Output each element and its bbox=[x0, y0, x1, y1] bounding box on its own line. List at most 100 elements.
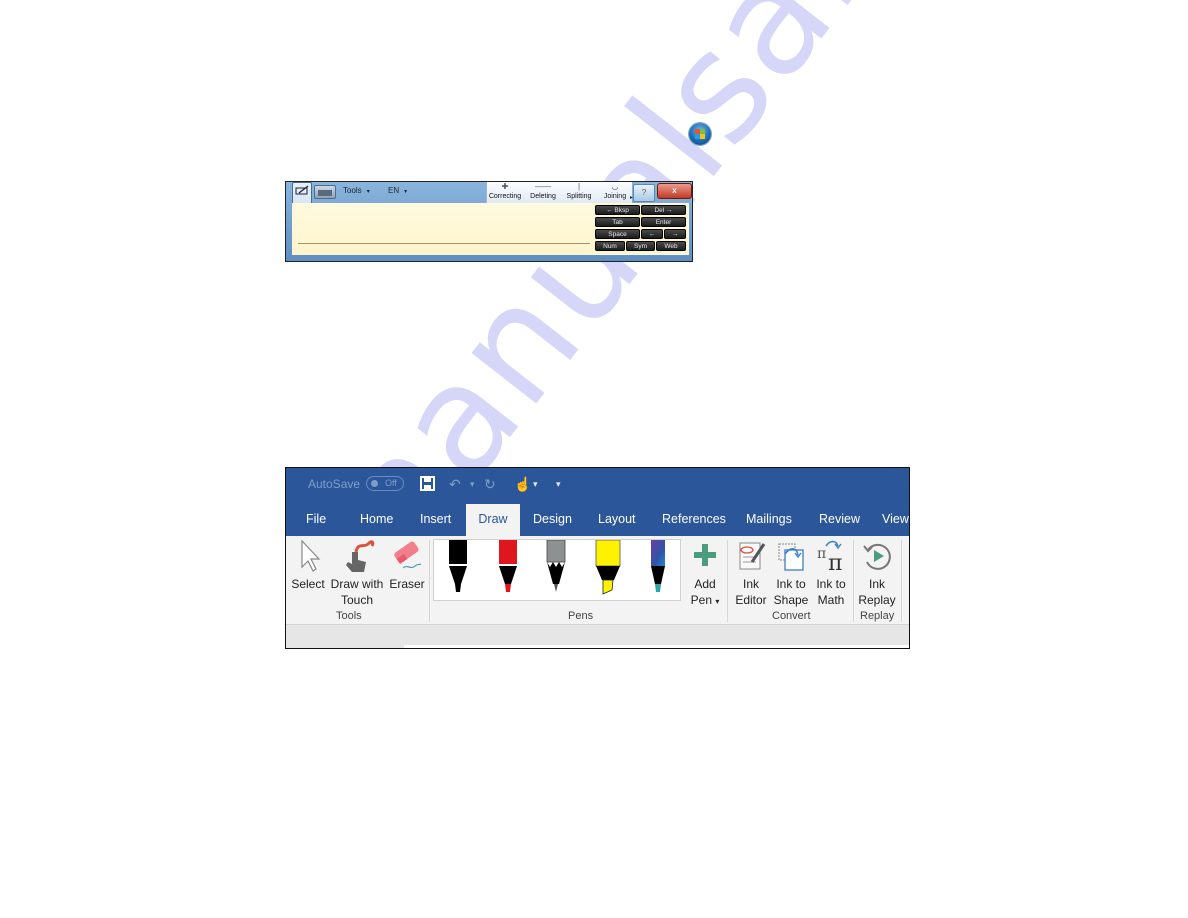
help-button[interactable]: ? bbox=[633, 184, 655, 202]
pen-galaxy[interactable] bbox=[646, 540, 670, 598]
pens-gallery bbox=[433, 539, 681, 601]
chevron-down-icon: ▾ bbox=[404, 189, 408, 195]
plus-icon bbox=[686, 538, 724, 576]
yellow-highlighter-icon bbox=[595, 539, 621, 595]
tab-home[interactable]: Home bbox=[360, 504, 393, 536]
eraser-button[interactable]: Eraser bbox=[387, 538, 427, 592]
ink-to-shape-icon bbox=[771, 538, 811, 576]
draw-with-touch-label-1: Draw with bbox=[330, 577, 384, 591]
sym-key[interactable]: Sym bbox=[626, 241, 655, 251]
tab-draw[interactable]: Draw bbox=[466, 504, 520, 536]
ink-to-math-label-2: Math bbox=[817, 593, 845, 607]
tip-toolbar: Tools ▾ EN ▾ ✚ Correcting —— Deleting | Sp… bbox=[286, 182, 692, 242]
touch-mode-dropdown-icon[interactable]: ▾ bbox=[533, 476, 538, 492]
convert-group-label: Convert bbox=[772, 610, 811, 622]
tab-layout[interactable]: Layout bbox=[598, 504, 636, 536]
gesture-deleting[interactable]: —— Deleting bbox=[525, 182, 561, 203]
group-separator bbox=[429, 540, 430, 622]
select-button[interactable]: Select bbox=[290, 538, 326, 592]
gesture-label: Joining bbox=[603, 193, 627, 200]
pens-group-label: Pens bbox=[568, 610, 594, 622]
autosave-label: AutoSave bbox=[308, 477, 361, 491]
ink-to-math-button[interactable]: ππ Ink to Math bbox=[812, 538, 850, 608]
enter-key[interactable]: Enter bbox=[641, 217, 686, 227]
windows-start-orb-icon bbox=[689, 123, 711, 145]
right-arrow-key[interactable]: → bbox=[664, 229, 686, 239]
keyboard-icon bbox=[318, 190, 332, 196]
tab-key[interactable]: Tab bbox=[595, 217, 640, 227]
touch-mode-icon[interactable]: ☝ bbox=[514, 476, 531, 492]
ink-to-math-label-1: Ink to bbox=[816, 577, 846, 591]
delete-key[interactable]: Del → bbox=[641, 205, 686, 215]
pen-black[interactable] bbox=[446, 540, 470, 598]
group-separator bbox=[901, 540, 902, 622]
undo-dropdown-icon[interactable]: ▾ bbox=[470, 476, 475, 492]
tab-mailings[interactable]: Mailings bbox=[746, 504, 792, 536]
tab-insert[interactable]: Insert bbox=[420, 504, 451, 536]
draw-ribbon: Select Draw with Touch Eraser Tools Add … bbox=[286, 536, 909, 624]
black-pen-icon bbox=[449, 540, 467, 592]
ink-replay-icon bbox=[857, 538, 897, 576]
writing-pad[interactable] bbox=[292, 203, 594, 255]
space-key[interactable]: Space bbox=[595, 229, 640, 239]
eraser-icon bbox=[387, 538, 427, 576]
pen-pad-icon bbox=[295, 185, 309, 195]
ink-editor-button[interactable]: Ink Editor bbox=[732, 538, 770, 608]
title-bar: AutoSave Off ↶ ▾ ↻ ☝ ▾ ▾ bbox=[286, 468, 909, 504]
tab-review[interactable]: Review bbox=[819, 504, 860, 536]
tab-references[interactable]: References bbox=[662, 504, 726, 536]
ink-to-shape-button[interactable]: Ink to Shape bbox=[771, 538, 811, 608]
gesture-label: Correcting bbox=[488, 193, 522, 200]
joining-gesture-icon: ◡ bbox=[611, 182, 619, 191]
gesture-correcting[interactable]: ✚ Correcting bbox=[487, 182, 523, 203]
ribbon-tabs: File Home Insert Draw Design Layout Refe… bbox=[286, 504, 909, 536]
pen-red[interactable] bbox=[496, 540, 520, 598]
correcting-gesture-icon: ✚ bbox=[501, 182, 509, 191]
language-menu[interactable]: EN ▾ bbox=[388, 186, 407, 195]
svg-text:π: π bbox=[828, 551, 842, 576]
red-pen-icon bbox=[499, 540, 517, 592]
ribbon-bottom-bar bbox=[286, 624, 909, 648]
draw-with-touch-label-2: Touch bbox=[340, 593, 374, 607]
select-label: Select bbox=[291, 577, 325, 591]
toggle-knob bbox=[371, 480, 378, 487]
word-window: AutoSave Off ↶ ▾ ↻ ☝ ▾ ▾ File Home Inser… bbox=[285, 467, 910, 649]
tablet-input-panel: Tools ▾ EN ▾ ✚ Correcting —— Deleting | Sp… bbox=[285, 181, 693, 262]
highlighter-yellow[interactable] bbox=[592, 539, 624, 598]
ink-replay-button[interactable]: Ink Replay bbox=[857, 538, 897, 608]
web-key[interactable]: Web bbox=[656, 241, 686, 251]
ink-replay-label-2: Replay bbox=[858, 593, 896, 607]
gesture-splitting[interactable]: | Splitting bbox=[561, 182, 597, 203]
group-separator bbox=[853, 540, 854, 622]
num-key[interactable]: Num bbox=[595, 241, 625, 251]
undo-icon[interactable]: ↶ bbox=[449, 476, 461, 492]
svg-text:π: π bbox=[817, 546, 826, 562]
redo-icon[interactable]: ↻ bbox=[484, 476, 496, 492]
tools-menu[interactable]: Tools ▾ bbox=[343, 186, 370, 195]
tab-file[interactable]: File bbox=[306, 504, 326, 536]
autosave-state: Off bbox=[385, 478, 397, 488]
save-icon[interactable] bbox=[420, 476, 435, 494]
gesture-joining[interactable]: ◡ Joining bbox=[597, 182, 633, 203]
gesture-help-bar: ✚ Correcting —— Deleting | Splitting ◡ J… bbox=[486, 182, 632, 203]
ink-editor-icon bbox=[732, 538, 770, 576]
tab-view[interactable]: View bbox=[882, 504, 909, 536]
tools-menu-label: Tools bbox=[343, 186, 362, 195]
keyboard-button[interactable] bbox=[314, 185, 336, 199]
pencil-gray[interactable] bbox=[544, 539, 568, 598]
ink-editor-label-2: Editor bbox=[735, 593, 767, 607]
tab-design[interactable]: Design bbox=[533, 504, 572, 536]
backspace-key[interactable]: ← Bksp bbox=[595, 205, 640, 215]
chevron-down-icon: ▾ bbox=[366, 189, 370, 195]
ink-editor-label-1: Ink bbox=[742, 577, 759, 591]
gesture-label: Splitting bbox=[566, 193, 592, 200]
left-arrow-key[interactable]: ← bbox=[641, 229, 663, 239]
customize-toolbar-icon[interactable]: ▾ bbox=[556, 476, 561, 492]
add-pen-button[interactable]: Add Pen ▾ bbox=[686, 538, 724, 610]
eraser-label: Eraser bbox=[389, 577, 425, 591]
autosave-toggle[interactable]: Off bbox=[366, 476, 404, 491]
close-button[interactable]: x bbox=[657, 183, 692, 199]
gray-pencil-icon bbox=[546, 539, 566, 592]
ink-to-shape-label-2: Shape bbox=[773, 593, 809, 607]
draw-with-touch-button[interactable]: Draw with Touch bbox=[328, 538, 386, 608]
